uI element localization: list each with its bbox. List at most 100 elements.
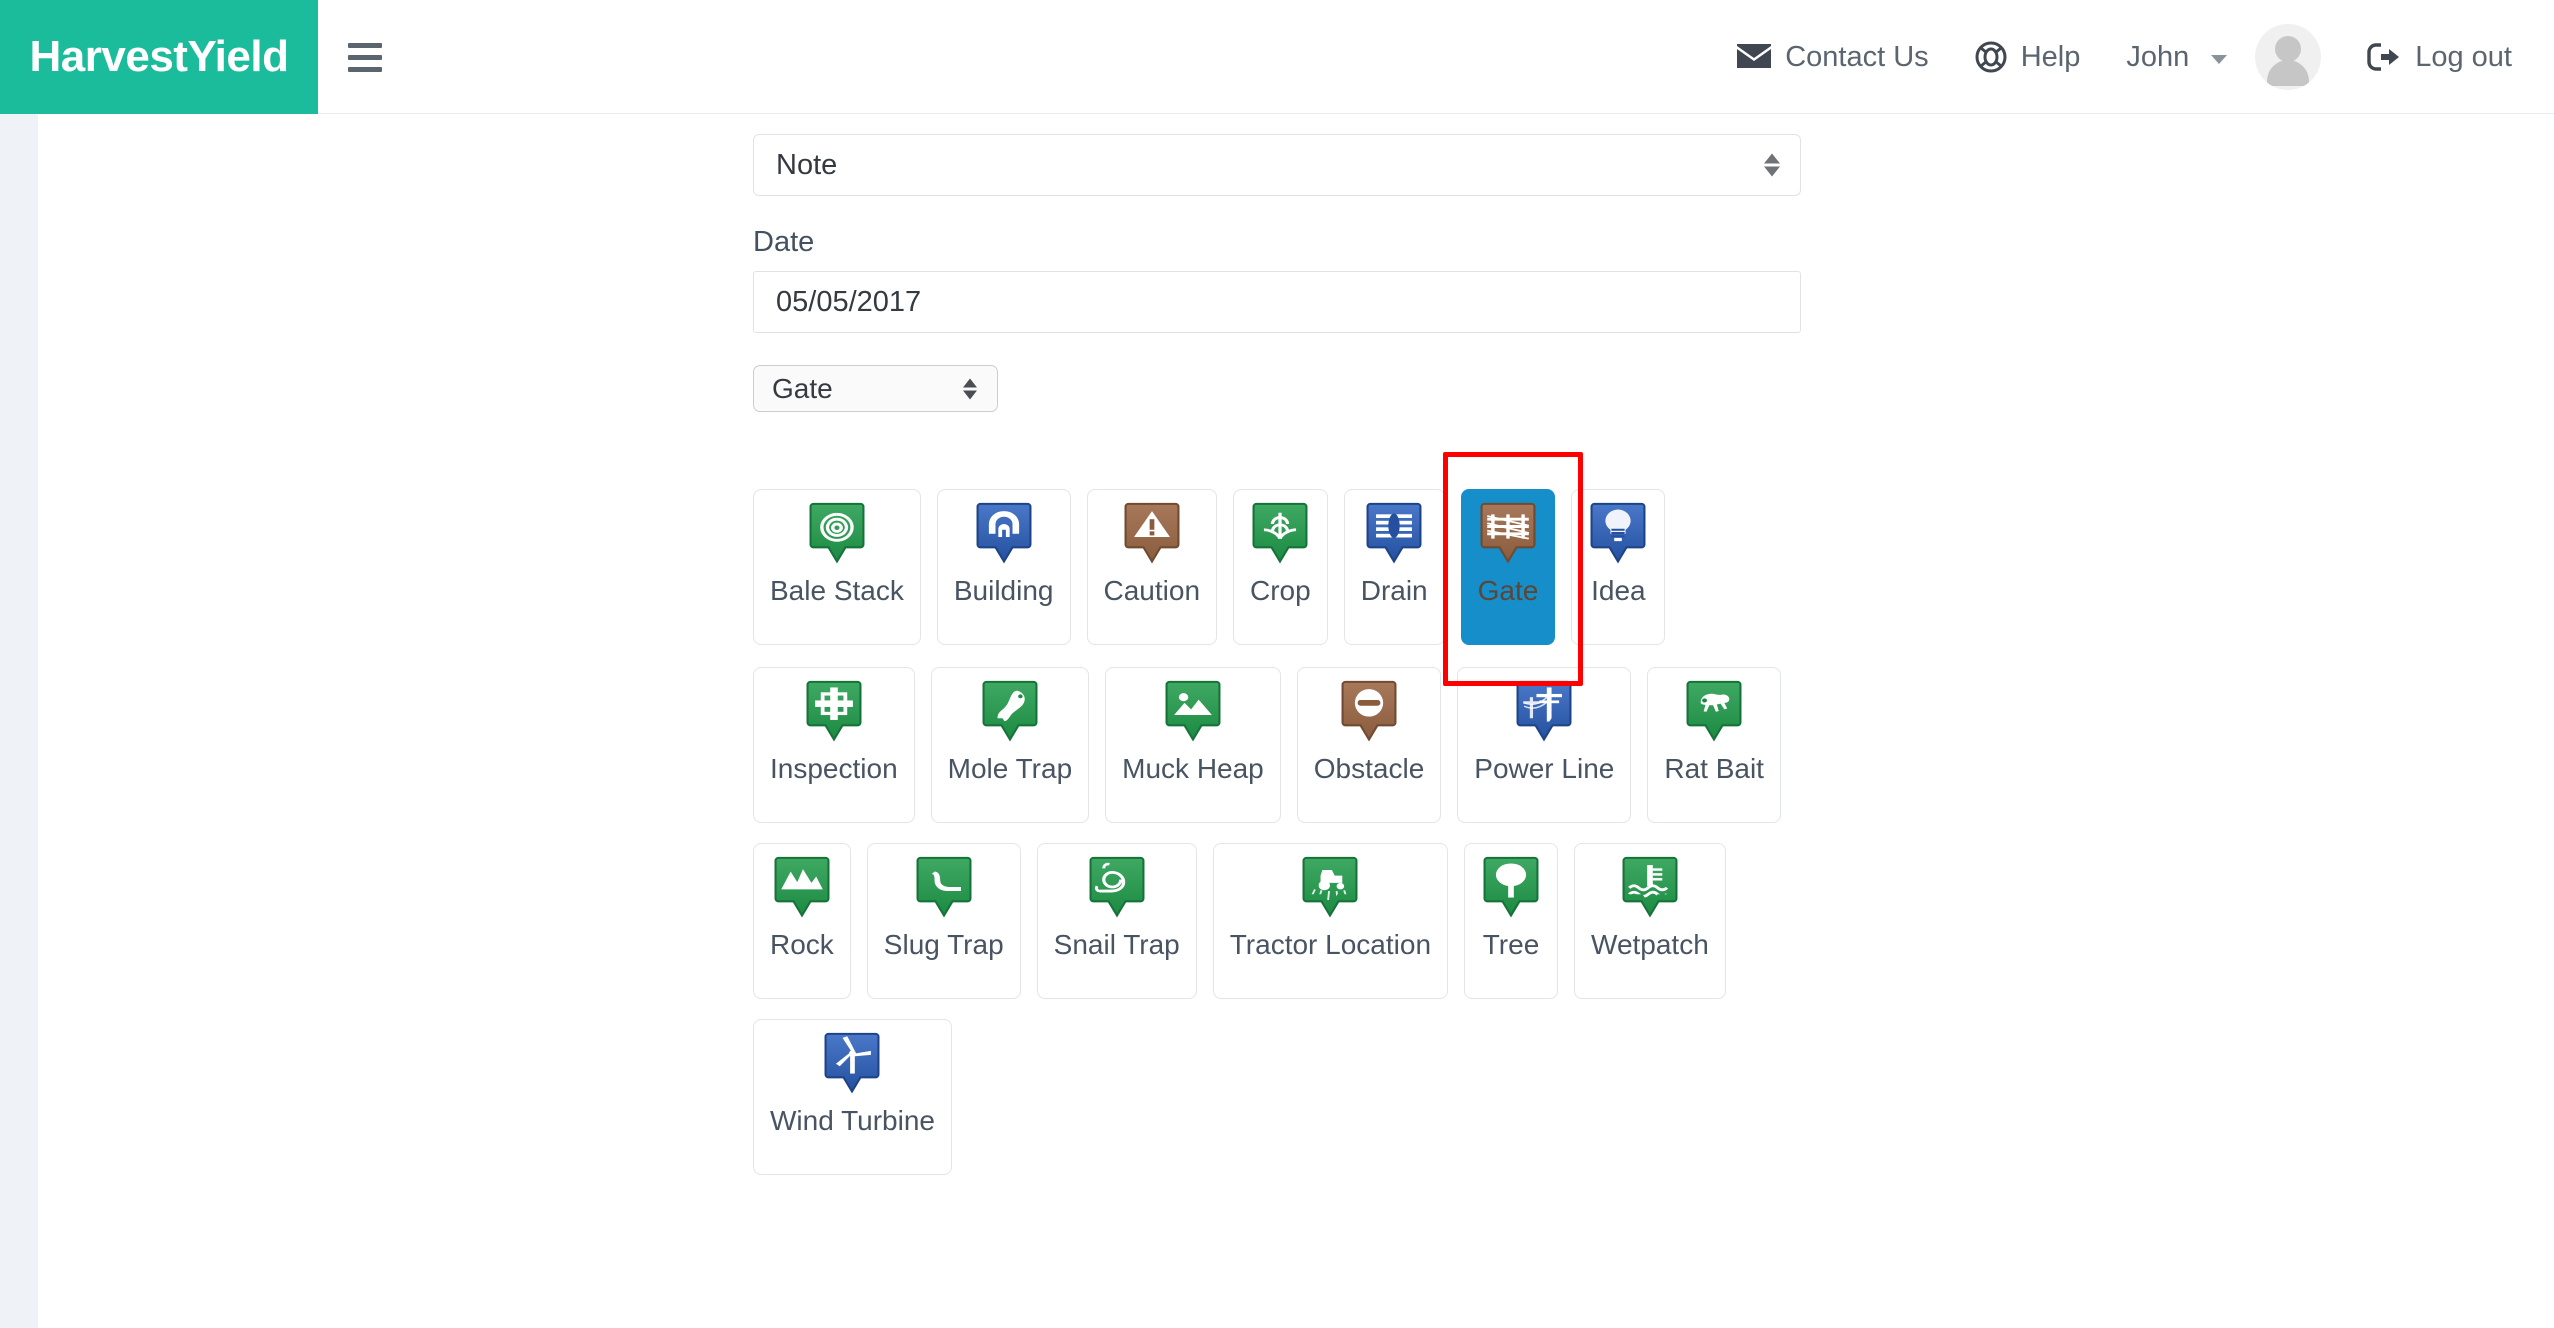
logout-label: Log out — [2415, 41, 2512, 74]
lifering-icon — [1975, 41, 2007, 73]
date-input-value: 05/05/2017 — [776, 286, 921, 319]
marker-card-rat-bait[interactable]: Rat Bait — [1647, 667, 1781, 823]
marker-card-label: Mole Trap — [948, 754, 1073, 785]
marker-card-label: Wetpatch — [1591, 930, 1709, 961]
marker-card-power-line[interactable]: Power Line — [1457, 667, 1631, 823]
building-pin — [974, 502, 1034, 570]
contact-us-label: Contact Us — [1785, 41, 1928, 74]
marker-card-label: Tree — [1483, 930, 1540, 961]
marker-card-gate[interactable]: Gate — [1461, 489, 1556, 645]
marker-card-muck-heap[interactable]: Muck Heap — [1105, 667, 1281, 823]
brand-logo[interactable]: HarvestYield — [0, 0, 318, 114]
hamburger-bar — [348, 67, 382, 72]
marker-icon-row: Inspection Mole Trap Muck Heap — [753, 667, 2453, 823]
marker-card-snail-trap[interactable]: Snail Trap — [1037, 843, 1197, 999]
marker-card-rock[interactable]: Rock — [753, 843, 851, 999]
wind-turbine-pin — [822, 1032, 882, 1100]
select-spinner-icon — [1764, 154, 1780, 177]
marker-card-label: Muck Heap — [1122, 754, 1264, 785]
rat-bait-pin — [1684, 680, 1744, 748]
marker-card-tree[interactable]: Tree — [1464, 843, 1558, 999]
hamburger-icon[interactable] — [348, 38, 388, 76]
avatar-wrapper[interactable] — [2227, 24, 2321, 90]
wetpatch-pin — [1620, 856, 1680, 924]
tractor-location-pin — [1300, 856, 1360, 924]
hamburger-bar — [348, 55, 382, 60]
avatar-body — [2267, 60, 2309, 86]
marker-card-label: Gate — [1478, 576, 1539, 607]
marker-card-label: Inspection — [770, 754, 898, 785]
user-name-label: John — [2126, 41, 2189, 74]
marker-card-label: Power Line — [1474, 754, 1614, 785]
marker-card-label: Snail Trap — [1054, 930, 1180, 961]
select-spinner-icon — [963, 378, 977, 399]
marker-card-label: Rock — [770, 930, 834, 961]
note-type-select[interactable]: Note — [753, 134, 1801, 196]
marker-card-mole-trap[interactable]: Mole Trap — [931, 667, 1090, 823]
logout-icon — [2367, 42, 2401, 72]
logout-link[interactable]: Log out — [2367, 41, 2512, 74]
marker-icon-row: Rock Slug Trap Snail Trap — [753, 843, 2453, 999]
marker-icon-grid: Bale Stack Building Caution — [753, 489, 2453, 1195]
marker-icon-row: Wind Turbine — [753, 1019, 2453, 1175]
power-line-pin — [1514, 680, 1574, 748]
obstacle-pin — [1339, 680, 1399, 748]
marker-card-label: Wind Turbine — [770, 1106, 935, 1137]
main-content: Note Date 05/05/2017 Gate — [38, 114, 2554, 1328]
marker-card-building[interactable]: Building — [937, 489, 1071, 645]
marker-card-wind-turbine[interactable]: Wind Turbine — [753, 1019, 952, 1175]
chevron-down-icon — [2211, 55, 2227, 64]
marker-card-inspection[interactable]: Inspection — [753, 667, 915, 823]
gate-pin — [1478, 502, 1538, 570]
marker-type-select[interactable]: Gate — [753, 365, 998, 412]
brand-name: HarvestYield — [30, 32, 289, 82]
help-link[interactable]: Help — [1975, 41, 2081, 74]
envelope-icon — [1737, 44, 1771, 70]
tree-pin — [1481, 856, 1541, 924]
hamburger-bar — [348, 43, 382, 48]
marker-card-tractor-location[interactable]: Tractor Location — [1213, 843, 1448, 999]
marker-card-slug-trap[interactable]: Slug Trap — [867, 843, 1021, 999]
marker-card-bale-stack[interactable]: Bale Stack — [753, 489, 921, 645]
marker-card-label: Building — [954, 576, 1054, 607]
marker-card-label: Rat Bait — [1664, 754, 1764, 785]
crop-pin — [1250, 502, 1310, 570]
marker-card-label: Drain — [1361, 576, 1428, 607]
note-type-select-value: Note — [776, 149, 837, 182]
date-label: Date — [753, 226, 1801, 259]
bale-stack-pin — [807, 502, 867, 570]
avatar — [2255, 24, 2321, 90]
user-menu[interactable]: John — [2126, 41, 2227, 74]
mole-trap-pin — [980, 680, 1040, 748]
snail-trap-pin — [1087, 856, 1147, 924]
marker-card-label: Obstacle — [1314, 754, 1425, 785]
caution-pin — [1122, 502, 1182, 570]
marker-card-drain[interactable]: Drain — [1344, 489, 1445, 645]
marker-card-label: Bale Stack — [770, 576, 904, 607]
slug-trap-pin — [914, 856, 974, 924]
inspection-pin — [804, 680, 864, 748]
marker-card-caution[interactable]: Caution — [1087, 489, 1218, 645]
date-input[interactable]: 05/05/2017 — [753, 271, 1801, 333]
selection-highlight-box: Gate — [1461, 489, 1556, 645]
marker-card-crop[interactable]: Crop — [1233, 489, 1328, 645]
contact-us-link[interactable]: Contact Us — [1737, 41, 1928, 74]
muck-heap-pin — [1163, 680, 1223, 748]
marker-icon-row: Bale Stack Building Caution — [753, 489, 2453, 645]
drain-pin — [1364, 502, 1424, 570]
note-form: Note Date 05/05/2017 Gate — [753, 134, 1801, 412]
rock-pin — [772, 856, 832, 924]
left-rail — [0, 114, 38, 1328]
marker-card-wetpatch[interactable]: Wetpatch — [1574, 843, 1726, 999]
header-nav-right: Contact Us Help John Log out — [1691, 0, 2554, 114]
marker-card-label: Idea — [1591, 576, 1646, 607]
marker-type-select-value: Gate — [772, 373, 833, 405]
marker-card-idea[interactable]: Idea — [1571, 489, 1665, 645]
help-label: Help — [2021, 41, 2081, 74]
marker-card-label: Crop — [1250, 576, 1311, 607]
marker-card-label: Caution — [1104, 576, 1201, 607]
avatar-head — [2275, 36, 2301, 62]
marker-card-obstacle[interactable]: Obstacle — [1297, 667, 1442, 823]
top-navigation-bar: HarvestYield Contact Us Help John — [0, 0, 2554, 114]
idea-pin — [1588, 502, 1648, 570]
